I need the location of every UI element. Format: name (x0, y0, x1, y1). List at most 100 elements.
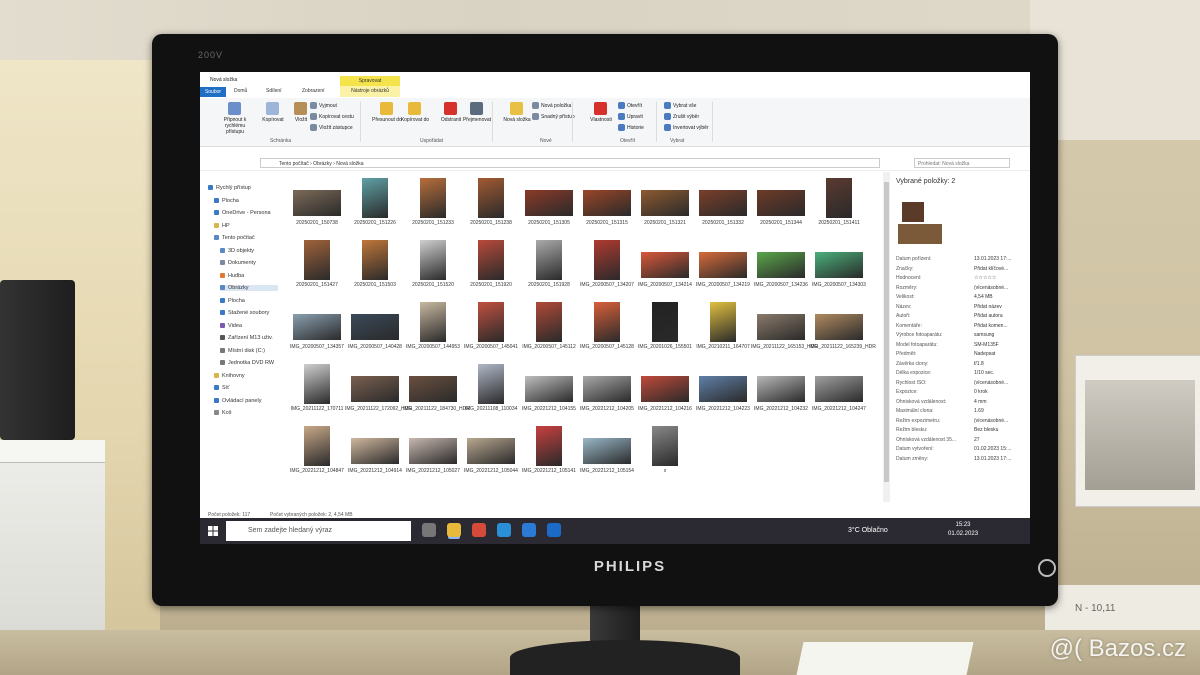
tab-view[interactable]: Zobrazení (302, 88, 325, 94)
details-value[interactable]: samsung (974, 332, 994, 338)
task-view-icon[interactable] (422, 523, 436, 537)
file-item[interactable]: IMG_20200507_134357 (290, 302, 344, 356)
file-item[interactable]: IMG_20200507_145041 (464, 302, 518, 356)
details-value[interactable]: (vícenásobné... (974, 285, 1008, 291)
nav-item[interactable]: Obrázky (220, 285, 279, 291)
file-item[interactable]: 20250201_151238 (464, 178, 518, 232)
file-item[interactable]: 20250201_151520 (406, 240, 460, 294)
file-item[interactable]: IMG_20200507_145112 (522, 302, 576, 356)
file-item[interactable]: 20250201_151928 (522, 240, 576, 294)
file-item[interactable]: IMG_20221212_104914 (348, 426, 402, 480)
details-value[interactable]: SM-M135F (974, 342, 999, 348)
details-value[interactable]: (vícenásobné... (974, 380, 1008, 386)
file-item[interactable]: IMG_20211122_170711 (290, 364, 344, 418)
details-value[interactable]: Přidat autora (974, 313, 1003, 319)
file-item[interactable]: IMG_20211122_165153_HDR (751, 302, 818, 356)
nav-item[interactable]: Zařízení M13 uživ. (220, 335, 273, 341)
file-item[interactable]: IMG_20221212_105154 (580, 426, 634, 480)
nav-item[interactable]: Videa (220, 323, 242, 329)
file-item[interactable]: IMG_20221212_104205 (580, 364, 634, 418)
taskbar-search[interactable]: Sem zadejte hledaný výraz (226, 521, 411, 541)
details-value[interactable]: 4,54 MB (974, 294, 993, 300)
details-value[interactable]: 1.69 (974, 408, 984, 414)
details-value[interactable]: f/1.8 (974, 361, 984, 367)
file-item[interactable]: IMG_20221212_104155 (522, 364, 576, 418)
file-item[interactable]: IMG_20211108_110034 (464, 364, 518, 418)
nav-item[interactable]: Koš (214, 410, 231, 416)
file-item[interactable]: x (638, 426, 692, 480)
nav-item[interactable]: 3D objekty (220, 248, 254, 254)
nav-item[interactable]: Dokumenty (220, 260, 256, 266)
nav-item[interactable]: Jednotka DVD RW (220, 360, 274, 366)
file-item[interactable]: 20250201_151305 (522, 178, 576, 232)
file-item[interactable]: 20250201_151344 (754, 178, 808, 232)
file-item[interactable]: IMG_20221212_105027 (406, 426, 460, 480)
file-explorer-icon[interactable] (447, 523, 461, 537)
weather-widget[interactable]: 3°C Oblačno (848, 527, 888, 534)
file-item[interactable]: IMG_20221212_104247 (812, 364, 866, 418)
file-item[interactable]: IMG_20200507_134303 (812, 240, 866, 294)
file-item[interactable]: 20250201_151332 (696, 178, 750, 232)
file-item[interactable]: IMG_20221212_104223 (696, 364, 750, 418)
nav-item[interactable]: Místní disk (C:) (220, 348, 265, 354)
nav-item[interactable]: Plocha (214, 198, 239, 204)
file-item[interactable]: IMG_20210211_164707 (696, 302, 750, 356)
file-item[interactable]: 20250201_151411 (812, 178, 866, 232)
file-item[interactable]: IMG_20211122_184730_HDR (403, 364, 470, 418)
details-value[interactable]: Přidat klíčové... (974, 266, 1008, 272)
details-value[interactable]: 27 (974, 437, 980, 443)
search-input[interactable]: Prohledat: Nová složka (914, 158, 1010, 168)
nav-item[interactable]: Tento počítač (214, 235, 255, 241)
nav-item[interactable]: Síť (214, 385, 229, 391)
file-item[interactable]: IMG_20200507_145128 (580, 302, 634, 356)
file-item[interactable]: IMG_20211122_172092_HDR (345, 364, 412, 418)
nav-item[interactable]: OneDrive - Persona (214, 210, 271, 216)
file-item[interactable]: 20250201_150738 (290, 178, 344, 232)
tab-file[interactable]: Soubor (200, 87, 226, 97)
file-item[interactable]: IMG_20221212_104216 (638, 364, 692, 418)
file-item[interactable]: IMG_20221212_105044 (464, 426, 518, 480)
file-item[interactable]: 20250201_151315 (580, 178, 634, 232)
file-item[interactable]: IMG_20200507_134236 (754, 240, 808, 294)
file-item[interactable]: 20250201_151503 (348, 240, 402, 294)
tab-home[interactable]: Domů (234, 88, 247, 94)
file-item[interactable]: IMG_20200507_134219 (696, 240, 750, 294)
nav-item[interactable]: Hudba (220, 273, 244, 279)
file-item[interactable]: 20250201_151233 (406, 178, 460, 232)
details-value[interactable]: Přidat název (974, 304, 1002, 310)
tab-share[interactable]: Sdílení (266, 88, 282, 94)
file-item[interactable]: IMG_20221212_104232 (754, 364, 808, 418)
details-value[interactable]: 13.01.2023 17:... (974, 456, 1012, 462)
file-item[interactable]: IMG_20200507_140428 (348, 302, 402, 356)
file-item[interactable]: IMG_20201026_155501 (638, 302, 692, 356)
details-value[interactable]: Nadepsat (974, 351, 995, 357)
mail-icon[interactable] (522, 523, 536, 537)
file-item[interactable]: IMG_20211122_165239_HDR (809, 302, 876, 356)
address-bar[interactable]: Tento počítač › Obrázky › Nová složka (260, 158, 880, 168)
file-item[interactable]: IMG_20221212_104847 (290, 426, 344, 480)
file-item[interactable]: IMG_20221212_105141 (522, 426, 576, 480)
details-value[interactable]: 01.02.2023 15:... (974, 446, 1012, 452)
nav-item[interactable]: Plocha (220, 298, 245, 304)
nav-item[interactable]: Knihovny (214, 373, 245, 379)
tab-picture-tools[interactable]: Nástroje obrázků (340, 86, 400, 97)
details-value[interactable]: 1/10 sec. (974, 370, 994, 376)
details-value[interactable]: ☆☆☆☆☆ (974, 275, 996, 281)
scrollbar[interactable] (883, 172, 890, 502)
details-value[interactable]: Přidat komen... (974, 323, 1008, 329)
file-item[interactable]: IMG_20200507_134207 (580, 240, 634, 294)
details-value[interactable]: 13.01.2023 17:... (974, 256, 1012, 262)
details-value[interactable]: 4 mm (974, 399, 987, 405)
file-item[interactable]: 20250201_151321 (638, 178, 692, 232)
file-item[interactable]: IMG_20200507_144953 (406, 302, 460, 356)
nav-item[interactable]: HP (214, 223, 230, 229)
file-item[interactable]: 20250201_151427 (290, 240, 344, 294)
chrome-icon[interactable] (472, 523, 486, 537)
details-value[interactable]: Bez blesku (974, 427, 998, 433)
nav-item[interactable]: Ovládací panely (214, 398, 261, 404)
nav-item[interactable]: Stažené soubory (220, 310, 269, 316)
file-item[interactable]: 20250201_151226 (348, 178, 402, 232)
clock[interactable]: 15:23 01.02.2023 (948, 521, 978, 539)
file-item[interactable]: 20250201_151920 (464, 240, 518, 294)
edge-icon[interactable] (497, 523, 511, 537)
